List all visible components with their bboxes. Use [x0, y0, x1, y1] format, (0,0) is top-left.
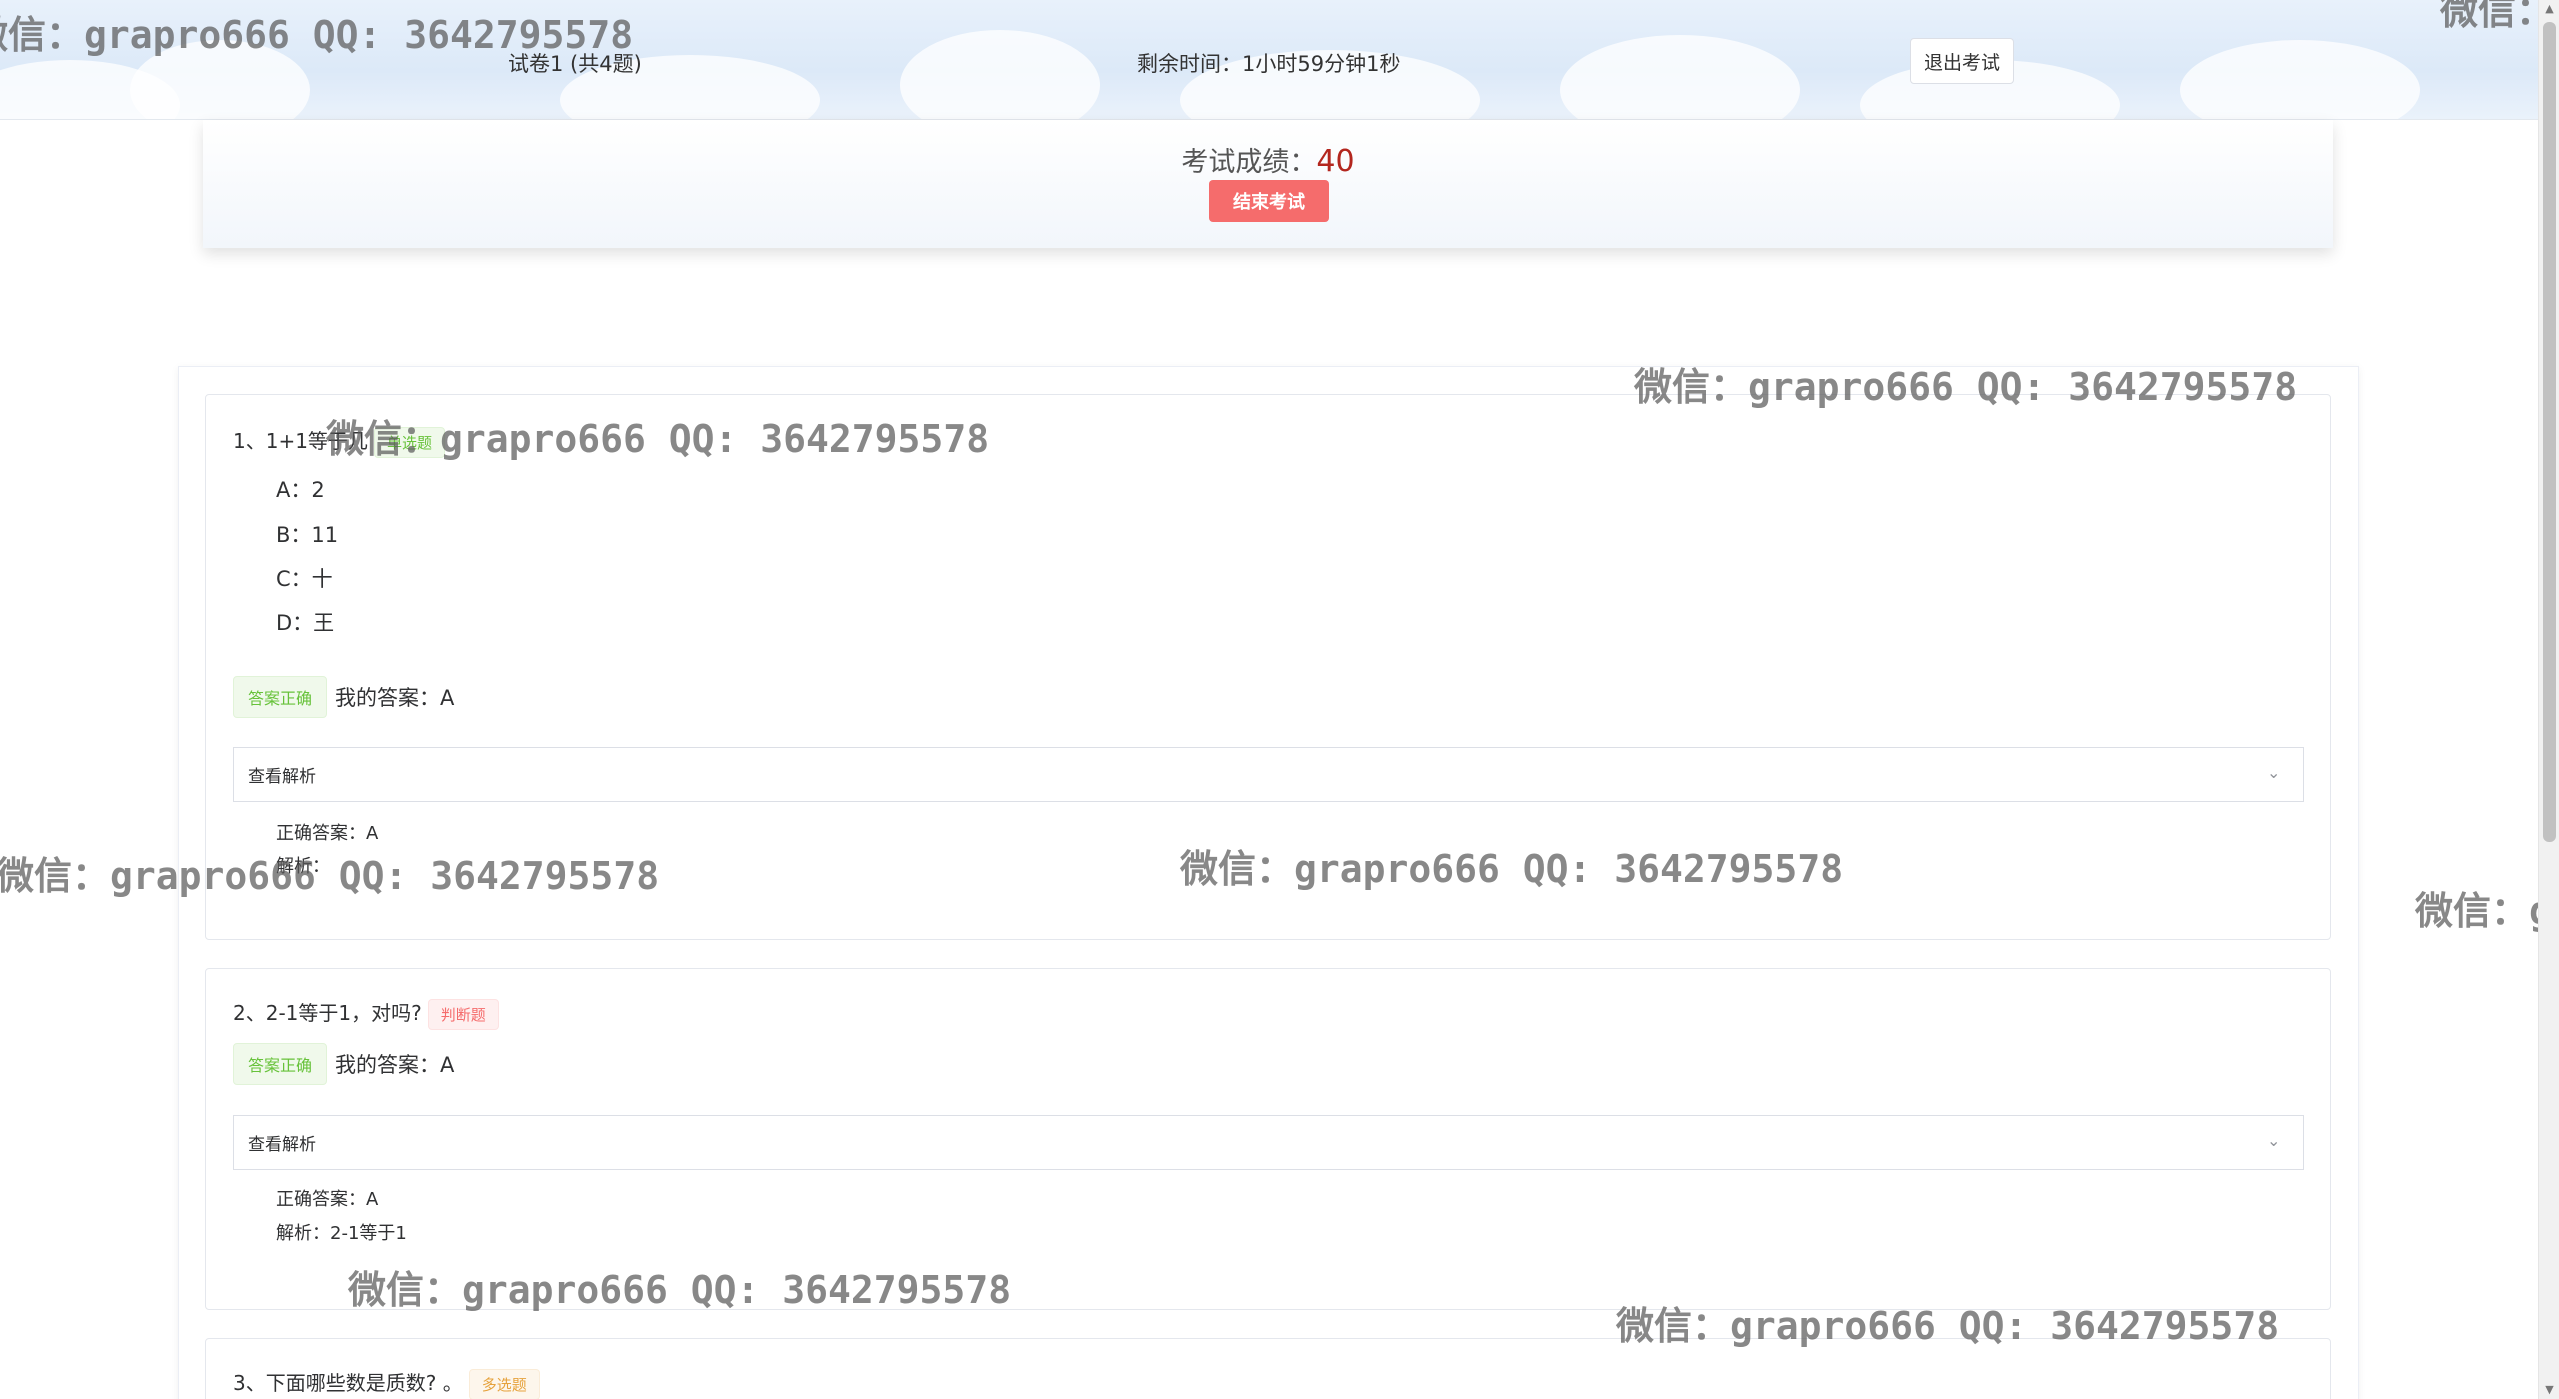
option-d: D：王 [276, 611, 335, 635]
chevron-down-icon: ⌄ [2267, 763, 2281, 782]
answer-result-row: 答案正确 我的答案：A [233, 1043, 454, 1085]
option-b: B：11 [276, 523, 339, 547]
question-type-tag: 多选题 [468, 1369, 540, 1399]
correct-answer: 正确答案：A [276, 1189, 379, 1210]
watermark: 微信：grapro666 QQ: 3642795578 [348, 1268, 1012, 1312]
cloud-decoration [1560, 35, 1800, 119]
watermark: 微信：grapro666 QQ: 3642795578 [1180, 847, 1844, 891]
correct-answer: 正确答案：A [276, 823, 379, 844]
score-value: 40 [1316, 144, 1355, 179]
chevron-down-icon: ⌄ [2267, 1131, 2281, 1150]
view-analysis-label: 查看解析 [248, 1135, 316, 1155]
page-scrollbar[interactable]: ▲ ▼ [2538, 0, 2559, 1399]
my-answer: 我的答案：A [335, 686, 455, 710]
scroll-up-arrow-icon[interactable]: ▲ [2539, 0, 2559, 18]
question-type-tag: 判断题 [427, 999, 499, 1030]
watermark: 微信：grapro666 QQ: 3642795578 [0, 13, 634, 57]
option-c: C：十 [276, 567, 333, 591]
score-label: 考试成绩： [1181, 147, 1317, 178]
question-text: 2、2-1等于1，对吗? [233, 1001, 422, 1025]
view-analysis-toggle[interactable]: 查看解析 ⌄ [233, 1115, 2304, 1170]
end-exam-button[interactable]: 结束考试 [1209, 180, 1329, 222]
exam-page: 试卷1 (共4题) 剩余时间：1小时59分钟1秒 退出考试 考试成绩：40 结束… [0, 0, 2559, 1399]
exit-exam-button[interactable]: 退出考试 [1910, 38, 2014, 84]
question-text: 3、下面哪些数是质数? 。 [233, 1371, 463, 1395]
view-analysis-label: 查看解析 [248, 767, 316, 787]
answer-correct-tag: 答案正确 [233, 676, 328, 718]
view-analysis-toggle[interactable]: 查看解析 ⌄ [233, 747, 2304, 802]
watermark: 微信：grapro666 QQ: 3642795578 [1616, 1304, 2280, 1348]
question-title: 3、下面哪些数是质数? 。多选题 [233, 1367, 540, 1399]
my-answer: 我的答案：A [335, 1053, 455, 1077]
cloud-decoration [900, 30, 1100, 119]
answer-correct-tag: 答案正确 [233, 1043, 328, 1085]
watermark: 微信：grapro666 QQ: 3642795578 [1634, 365, 2298, 409]
cloud-decoration [2180, 40, 2420, 119]
watermark: 微信：grapro666 QQ: 3642795578 [0, 854, 660, 898]
answer-result-row: 答案正确 我的答案：A [233, 676, 454, 718]
remaining-time: 剩余时间：1小时59分钟1秒 [1137, 52, 1401, 76]
score-line: 考试成绩：40 [203, 140, 2333, 179]
question-title: 2、2-1等于1，对吗? 判断题 [233, 997, 499, 1030]
score-panel: 考试成绩：40 结束考试 [203, 120, 2333, 248]
analysis-text: 解析：2-1等于1 [276, 1223, 407, 1244]
scroll-down-arrow-icon[interactable]: ▼ [2539, 1381, 2559, 1399]
option-a: A：2 [276, 478, 325, 502]
scrollbar-thumb[interactable] [2543, 22, 2556, 842]
watermark: 微信：grapro666 QQ: 3642795578 [326, 417, 990, 461]
